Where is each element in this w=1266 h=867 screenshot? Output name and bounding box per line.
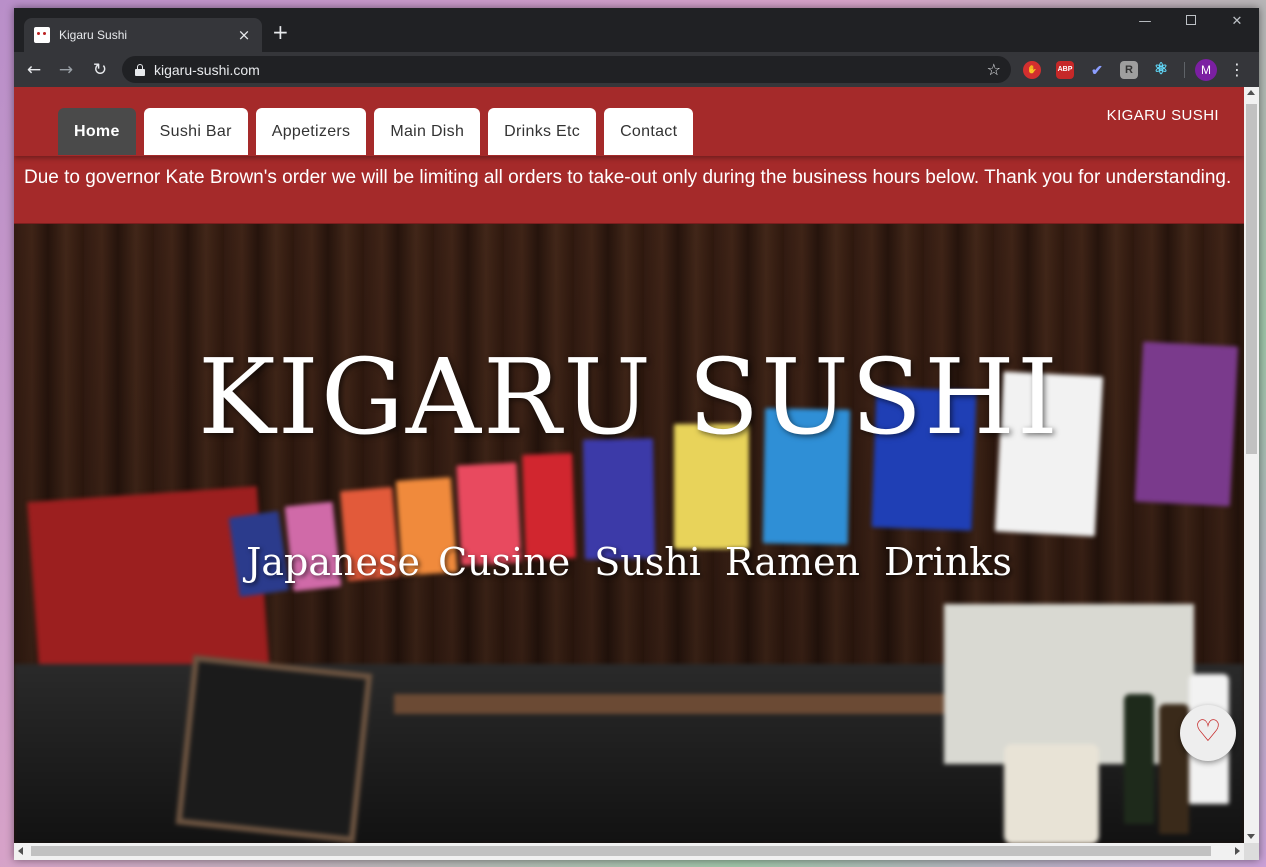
scroll-right-arrow-icon[interactable] — [1235, 847, 1240, 855]
forward-button[interactable]: → — [54, 58, 78, 82]
horizontal-scroll-thumb[interactable] — [31, 846, 1211, 856]
adblock-plus-icon[interactable]: ABP — [1056, 61, 1074, 79]
hero-subtitle: Japanese Cusine Sushi Ramen Drinks — [14, 540, 1244, 584]
hero-title: KIGARU SUSHI — [198, 336, 1060, 458]
toolbar-separator — [1184, 62, 1185, 78]
checkmark-extension-icon[interactable]: ✔ — [1088, 61, 1106, 79]
new-tab-button[interactable]: + — [272, 22, 289, 42]
site-favicon-icon — [34, 27, 50, 43]
tab-close-icon[interactable]: × — [236, 26, 252, 44]
bookmark-star-icon[interactable]: ☆ — [987, 60, 1001, 79]
browser-tab[interactable]: Kigaru Sushi × — [24, 18, 262, 52]
nav-tab-drinks-etc[interactable]: Drinks Etc — [488, 108, 597, 155]
nav-tab-contact[interactable]: Contact — [604, 108, 694, 155]
hero-subtitle-item: Japanese Cusine — [246, 540, 571, 584]
tab-title: Kigaru Sushi — [59, 28, 128, 42]
profile-avatar[interactable]: M — [1195, 59, 1217, 81]
title-bar: Kigaru Sushi × + — ✕ — [14, 8, 1259, 52]
vertical-scroll-thumb[interactable] — [1246, 104, 1257, 454]
nav-tab-main-dish[interactable]: Main Dish — [374, 108, 481, 155]
scroll-down-arrow-icon[interactable] — [1247, 834, 1255, 839]
address-bar[interactable]: kigaru-sushi.com ☆ — [122, 56, 1011, 83]
scroll-up-arrow-icon[interactable] — [1247, 90, 1255, 95]
back-button[interactable]: ← — [22, 58, 46, 82]
browser-toolbar: ← → ↻ kigaru-sushi.com ☆ ✋ ABP ✔ R ⚛ M ⋮ — [14, 52, 1259, 87]
horizontal-scrollbar[interactable] — [14, 843, 1244, 860]
restaurant-background-image — [14, 224, 1244, 843]
r-extension-icon[interactable]: R — [1120, 61, 1138, 79]
url-text[interactable]: kigaru-sushi.com — [154, 62, 987, 78]
minimize-button[interactable]: — — [1122, 14, 1168, 29]
hero-subtitle-item: Sushi — [594, 540, 701, 584]
reload-button[interactable]: ↻ — [88, 58, 112, 82]
favorite-heart-button[interactable]: ♡ — [1180, 705, 1236, 761]
covid-notice: Due to governor Kate Brown's order we wi… — [14, 156, 1244, 224]
close-window-button[interactable]: ✕ — [1214, 14, 1259, 29]
maximize-icon — [1186, 15, 1196, 25]
page-viewport: Home Sushi Bar Appetizers Main Dish Drin… — [14, 87, 1244, 843]
react-devtools-icon[interactable]: ⚛ — [1152, 61, 1170, 79]
scrollbar-corner — [1244, 843, 1259, 860]
nav-tabs: Home Sushi Bar Appetizers Main Dish Drin… — [58, 108, 694, 155]
nav-tab-home[interactable]: Home — [58, 108, 136, 155]
browser-menu-icon[interactable]: ⋮ — [1229, 59, 1245, 81]
hero-subtitle-item: Ramen — [724, 540, 861, 584]
site-brand[interactable]: KIGARU SUSHI — [1107, 107, 1219, 124]
hero-subtitle-item: Drinks — [884, 540, 1012, 584]
nav-tab-sushi-bar[interactable]: Sushi Bar — [143, 108, 248, 155]
hero-section: KIGARU SUSHI Japanese Cusine Sushi Ramen Dr… — [14, 224, 1244, 843]
browser-window: Kigaru Sushi × + — ✕ ← → ↻ kigaru-sushi.… — [14, 8, 1259, 860]
hand-stop-extension-icon[interactable]: ✋ — [1023, 61, 1041, 79]
scroll-left-arrow-icon[interactable] — [18, 847, 23, 855]
site-navigation: Home Sushi Bar Appetizers Main Dish Drin… — [14, 87, 1244, 156]
vertical-scrollbar[interactable] — [1244, 87, 1259, 843]
maximize-button[interactable] — [1168, 14, 1214, 29]
nav-tab-appetizers[interactable]: Appetizers — [255, 108, 367, 155]
lock-icon[interactable] — [135, 63, 145, 76]
